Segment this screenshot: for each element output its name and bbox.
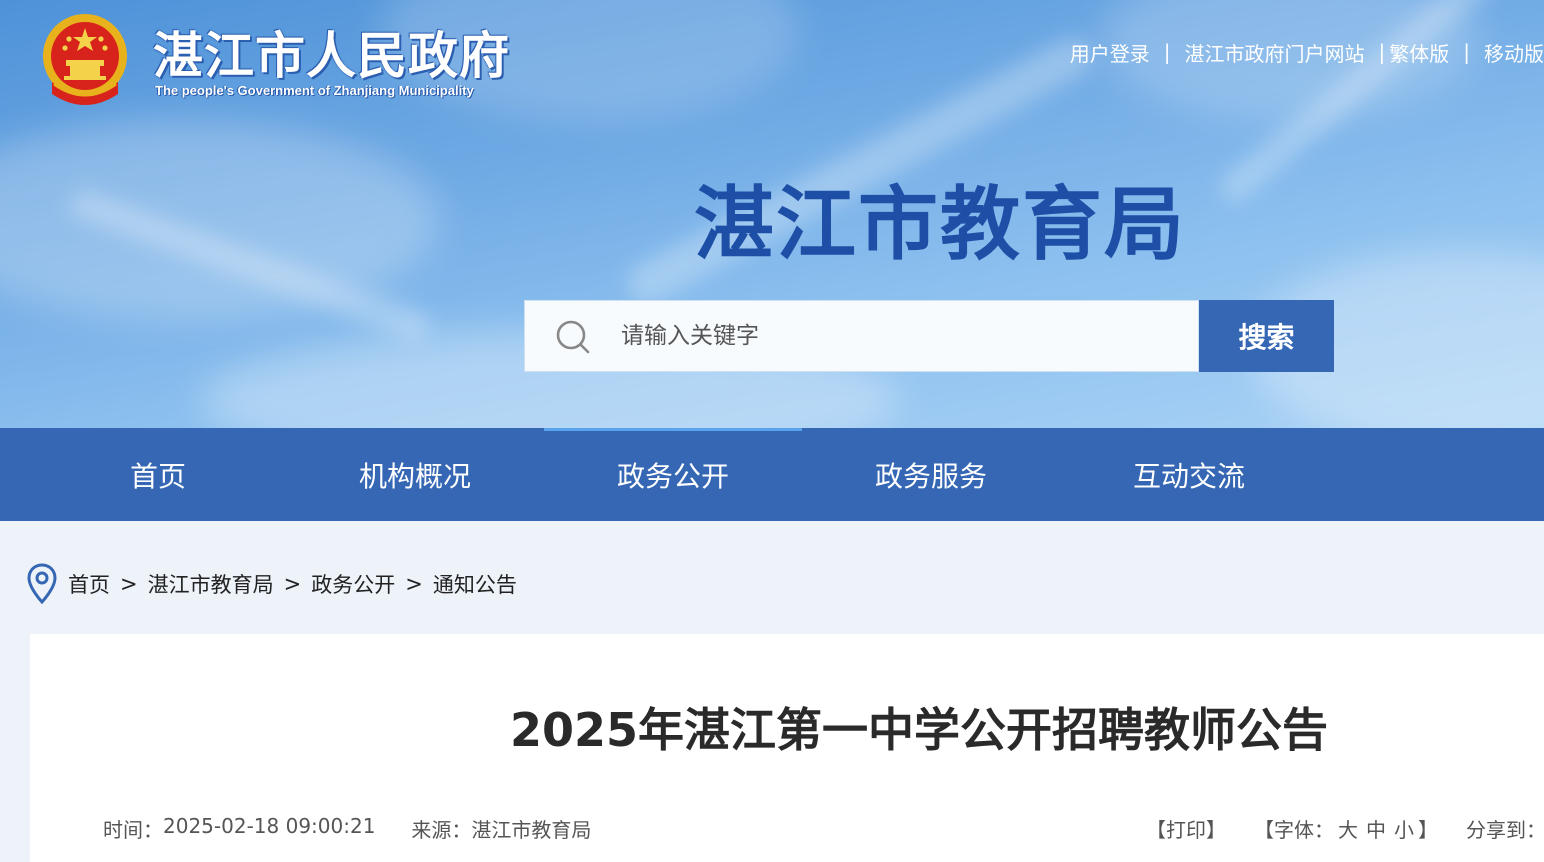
breadcrumb-home[interactable]: 首页 [68, 569, 110, 599]
font-size-label: 【字体： [1254, 818, 1334, 842]
print-button[interactable]: 【打印】 [1146, 814, 1226, 843]
breadcrumb-bureau[interactable]: 湛江市教育局 [148, 569, 274, 599]
login-link[interactable]: 用户登录 [1070, 38, 1150, 67]
font-size-large[interactable]: 大 [1338, 814, 1358, 843]
national-emblem-icon [43, 14, 127, 105]
main-nav: 首页 机构概况 政务公开 政务服务 互动交流 [0, 428, 1544, 521]
nav-item-organization[interactable]: 机构概况 [286, 428, 544, 521]
bureau-title: 湛江市教育局 [694, 178, 1186, 271]
article-tools: 【打印】 【字体： 大 中 小 】 分享到： [1146, 814, 1544, 843]
nav-item-home[interactable]: 首页 [29, 428, 287, 521]
top-link-separator: | [1463, 40, 1470, 64]
article-title: 2025年湛江第一中学公开招聘教师公告 [510, 703, 1329, 757]
breadcrumb-notices[interactable]: 通知公告 [433, 569, 517, 599]
gov-title[interactable]: 湛江市人民政府 [153, 16, 510, 88]
search-button[interactable]: 搜索 [1199, 300, 1334, 372]
gov-subtitle: The people's Government of Zhanjiang Mun… [155, 83, 474, 98]
breadcrumb-separator: > [283, 572, 302, 596]
article-panel: 2025年湛江第一中学公开招聘教师公告 时间： 2025-02-18 09:00… [30, 634, 1544, 862]
search-box [524, 300, 1199, 372]
breadcrumb: 首页 > 湛江市教育局 > 政务公开 > 通知公告 [26, 562, 517, 606]
publish-time: 2025-02-18 09:00:21 [163, 814, 376, 838]
breadcrumb-government-affairs[interactable]: 政务公开 [311, 569, 395, 599]
top-link-separator: | [1163, 40, 1171, 64]
nav-item-services[interactable]: 政务服务 [802, 428, 1060, 521]
traditional-chinese-link[interactable]: 繁体版 [1389, 38, 1449, 67]
font-size-close: 】 [1418, 818, 1438, 842]
breadcrumb-separator: > [405, 572, 423, 596]
gov-portal-link[interactable]: 湛江市政府门户网站 [1185, 38, 1365, 67]
share-label: 分享到： [1466, 818, 1544, 842]
search-icon [556, 320, 590, 354]
search-input[interactable] [621, 301, 1181, 371]
mobile-version-link[interactable]: 移动版 [1484, 38, 1544, 67]
font-size-medium[interactable]: 中 [1366, 814, 1386, 843]
top-link-separator: | [1378, 40, 1386, 64]
nav-item-government-affairs[interactable]: 政务公开 [544, 428, 802, 521]
article-source: 湛江市教育局 [471, 818, 592, 842]
nav-item-interaction[interactable]: 互动交流 [1060, 428, 1318, 521]
breadcrumb-separator: > [120, 572, 138, 596]
font-size-small[interactable]: 小 [1394, 814, 1414, 843]
location-pin-icon [27, 563, 57, 605]
top-links: 用户登录 | 湛江市政府门户网站 | 繁体版 | 移动版 [1070, 38, 1544, 66]
source-label: 来源： [411, 818, 472, 842]
article-meta: 时间： 2025-02-18 09:00:21 来源： 湛江市教育局 [103, 814, 591, 843]
time-label: 时间： [103, 818, 163, 842]
